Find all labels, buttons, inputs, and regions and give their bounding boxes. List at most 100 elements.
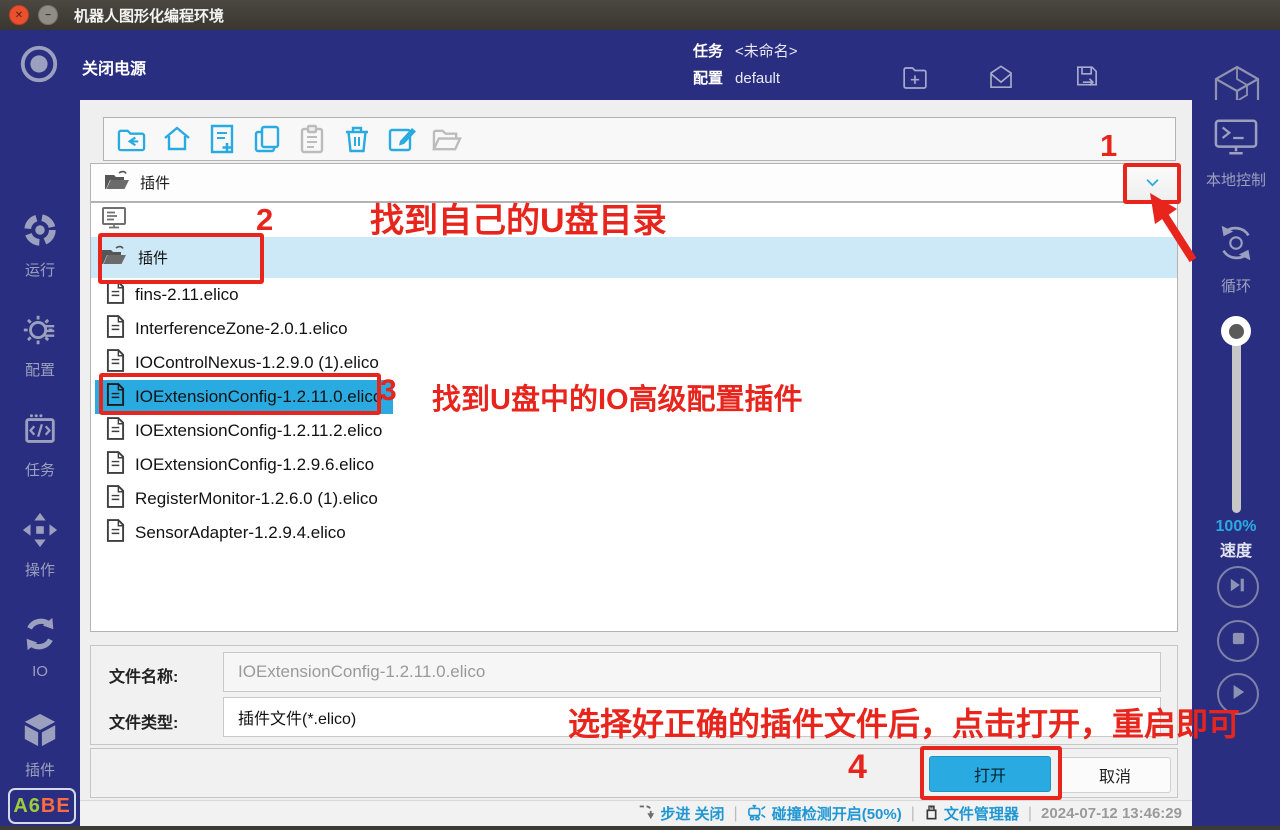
file-manager-label: 文件管理器 xyxy=(944,803,1019,824)
loop-button[interactable]: 循环 xyxy=(1192,222,1280,296)
file-name-input[interactable] xyxy=(223,652,1161,692)
window-close-icon[interactable]: ✕ xyxy=(9,5,29,25)
collision-detect-label: 碰撞检测开启(50%) xyxy=(772,803,902,824)
speed-slider-handle[interactable] xyxy=(1221,316,1251,346)
toolbar-home-button[interactable] xyxy=(161,124,192,155)
file-icon xyxy=(106,315,125,343)
window-titlebar: ✕ − 机器人图形化编程环境 xyxy=(0,0,1280,30)
app-window: ✕ − 机器人图形化编程环境 关闭电源 任务<未命名> 配置default 新建… xyxy=(0,0,1280,830)
cube-icon xyxy=(21,711,59,754)
code-screen-icon xyxy=(21,411,59,454)
file-row-selected[interactable]: IOExtensionConfig-1.2.11.0.elico xyxy=(91,380,1177,414)
gear-icon xyxy=(21,311,59,354)
power-icon[interactable] xyxy=(18,43,60,90)
play-button[interactable] xyxy=(1217,673,1259,715)
file-icon xyxy=(106,281,125,309)
file-row[interactable]: fins-2.11.elico xyxy=(91,278,1177,312)
speed-label: 速度 xyxy=(1192,537,1280,561)
toolbar-new-file-button[interactable] xyxy=(206,124,237,155)
location-dropdown-button[interactable] xyxy=(1127,164,1177,201)
window-bottom-edge xyxy=(0,826,1280,830)
file-type-select[interactable] xyxy=(223,697,1161,737)
location-bar[interactable]: 插件 xyxy=(90,163,1178,202)
dropdown-item-label: 插件 xyxy=(138,247,168,268)
cancel-button[interactable]: 取消 xyxy=(1059,757,1171,793)
dialog-button-panel: 打开 取消 xyxy=(90,748,1178,798)
file-name: IOExtensionConfig-1.2.9.6.elico xyxy=(135,455,374,475)
file-name: IOControlNexus-1.2.9.0 (1).elico xyxy=(135,353,379,373)
file-row[interactable]: IOControlNexus-1.2.9.0 (1).elico xyxy=(91,346,1177,380)
speed-percent: 100% xyxy=(1192,518,1280,536)
sidebar-item-plugin[interactable]: 插件 xyxy=(0,704,80,780)
dropdown-item-computer[interactable] xyxy=(91,203,1177,237)
dropdown-item-plugin-folder[interactable]: 插件 xyxy=(91,237,1177,278)
file-name-label: 文件名称: xyxy=(109,663,178,687)
stop-icon xyxy=(1231,631,1246,651)
file-icon xyxy=(106,349,125,377)
file-form-panel: 文件名称: 文件类型: xyxy=(90,645,1178,745)
toolbar-rename-button[interactable] xyxy=(386,124,417,155)
toolbar-back-folder-button[interactable] xyxy=(116,124,147,155)
app-header: 关闭电源 任务<未命名> 配置default 新建 打开 保存 xyxy=(0,30,1280,100)
file-name: IOExtensionConfig-1.2.11.0.elico xyxy=(135,387,382,407)
file-icon xyxy=(106,485,125,513)
right-sidebar: 本地控制 循环 100% 速度 xyxy=(1192,100,1280,826)
file-name: SensorAdapter-1.2.9.4.elico xyxy=(135,523,346,543)
file-icon xyxy=(106,451,125,479)
task-config-block: 任务<未命名> 配置default xyxy=(693,38,798,92)
step-forward-button[interactable] xyxy=(1217,566,1259,608)
io-cycle-icon xyxy=(21,615,59,658)
power-label: 关闭电源 xyxy=(82,55,146,79)
terminal-icon xyxy=(1214,118,1258,163)
file-row[interactable]: IOExtensionConfig-1.2.9.6.elico xyxy=(91,448,1177,482)
save-icon xyxy=(1072,63,1102,98)
step-mode-toggle[interactable]: 步进 关闭 xyxy=(638,803,724,824)
sidebar-item-task[interactable]: 任务 xyxy=(0,404,80,480)
dialog-toolbar xyxy=(103,117,1176,161)
file-row[interactable]: IOExtensionConfig-1.2.11.2.elico xyxy=(91,414,1177,448)
file-row[interactable]: SensorAdapter-1.2.9.4.elico xyxy=(91,516,1177,550)
robot-model-badge: A6BE xyxy=(8,788,76,824)
local-control-button[interactable]: 本地控制 xyxy=(1192,118,1280,190)
collision-detect-toggle[interactable]: 碰撞检测开启(50%) xyxy=(747,803,902,825)
open-button[interactable]: 打开 xyxy=(929,756,1051,792)
sidebar-item-io[interactable]: IO xyxy=(0,604,80,680)
window-minimize-icon[interactable]: − xyxy=(38,5,58,25)
toolbar-paste-button[interactable] xyxy=(296,124,327,155)
sidebar-item-operate[interactable]: 操作 xyxy=(0,504,80,580)
sidebar-task-label: 任务 xyxy=(25,459,55,480)
status-separator: | xyxy=(911,805,915,823)
folder-open-icon xyxy=(101,245,127,270)
sidebar-run-label: 运行 xyxy=(25,259,55,280)
config-label: 配置 xyxy=(693,70,723,87)
file-manager-button[interactable]: 文件管理器 xyxy=(924,803,1019,825)
task-label: 任务 xyxy=(693,43,723,60)
file-name: RegisterMonitor-1.2.6.0 (1).elico xyxy=(135,489,378,509)
toolbar-copy-button[interactable] xyxy=(251,124,282,155)
play-icon xyxy=(1231,684,1245,705)
new-folder-icon xyxy=(900,63,930,98)
chevron-down-icon xyxy=(1145,174,1160,192)
step-arrow-icon xyxy=(638,803,655,824)
folder-open-icon xyxy=(104,170,130,196)
file-icon xyxy=(106,519,125,547)
file-name: fins-2.11.elico xyxy=(135,285,239,305)
file-name: InterferenceZone-2.0.1.elico xyxy=(135,319,348,339)
file-icon xyxy=(106,383,125,411)
loop-icon xyxy=(1214,222,1258,269)
badge-part2: BE xyxy=(41,795,71,818)
toolbar-delete-button[interactable] xyxy=(341,124,372,155)
skip-icon xyxy=(1229,577,1247,598)
loop-label: 循环 xyxy=(1221,275,1251,296)
speed-slider-track[interactable] xyxy=(1232,335,1241,513)
file-icon xyxy=(106,417,125,445)
file-row[interactable]: InterferenceZone-2.0.1.elico xyxy=(91,312,1177,346)
file-row[interactable]: RegisterMonitor-1.2.6.0 (1).elico xyxy=(91,482,1177,516)
sidebar-item-config[interactable]: 配置 xyxy=(0,304,80,380)
status-datetime: 2024-07-12 13:46:29 xyxy=(1041,805,1182,822)
toolbar-open-folder-button[interactable] xyxy=(431,124,462,155)
collision-icon xyxy=(747,803,767,825)
sidebar-item-run[interactable]: 运行 xyxy=(0,204,80,280)
file-type-label: 文件类型: xyxy=(109,709,178,733)
stop-button[interactable] xyxy=(1217,620,1259,662)
